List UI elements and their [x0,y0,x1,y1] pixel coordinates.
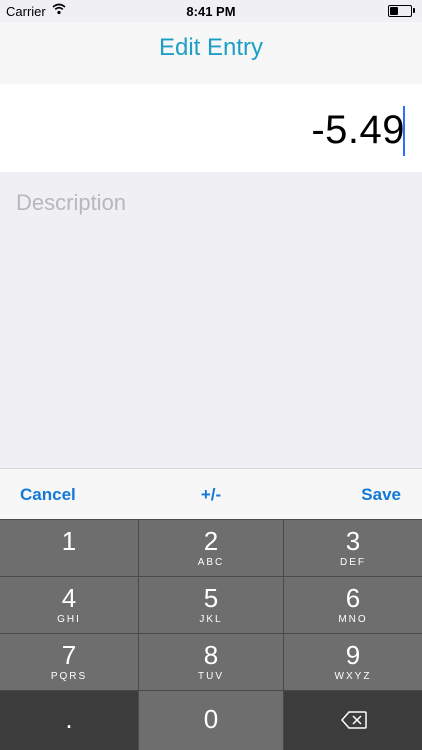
text-cursor [403,106,405,156]
key-3[interactable]: 3 DEF [284,520,422,576]
key-0[interactable]: 0 [139,691,283,750]
description-area[interactable]: Description [0,172,422,468]
key-decimal[interactable]: . [0,691,138,750]
key-digit: 9 [345,640,361,670]
key-5[interactable]: 5 JKL [139,577,283,633]
key-digit: 4 [61,583,77,613]
key-digit: 7 [61,640,77,670]
numeric-keypad: 1 2 ABC 3 DEF 4 GHI 5 JKL 6 MNO 7 PQRS 8… [0,519,422,750]
key-letters: GHI [57,614,81,625]
key-letters: ABC [197,557,225,568]
key-letters: TUV [198,671,224,682]
backspace-icon [341,711,367,734]
page-title: Edit Entry [158,34,264,61]
key-digit: 8 [203,640,219,670]
key-1[interactable]: 1 [0,520,138,576]
status-time: 8:41 PM [186,4,236,19]
delete-key[interactable] [284,691,422,750]
key-letters: MNO [338,614,368,625]
toggle-sign-button[interactable]: +/- [0,485,422,505]
amount-field[interactable]: -5.49 [0,84,422,172]
key-digit: 6 [345,583,361,613]
key-digit: 1 [61,526,77,556]
key-4[interactable]: 4 GHI [0,577,138,633]
key-8[interactable]: 8 TUV [139,634,283,690]
battery-icon [388,5,412,17]
key-6[interactable]: 6 MNO [284,577,422,633]
save-button[interactable]: Save [361,485,401,505]
key-digit: 2 [203,526,219,556]
key-digit: 0 [203,704,219,734]
keyboard-toolbar: Cancel +/- Save [0,468,422,519]
key-letters: PQRS [50,671,88,682]
status-bar: Carrier 8:41 PM [0,0,422,22]
key-letters: JKL [199,614,223,625]
description-input[interactable]: Description [16,190,406,216]
key-letters: DEF [340,557,366,568]
key-digit: 5 [203,583,219,613]
key-2[interactable]: 2 ABC [139,520,283,576]
key-letters: WXYZ [334,671,372,682]
key-digit: . [65,704,73,734]
amount-value: -5.49 [311,108,405,152]
key-digit: 3 [345,526,361,556]
key-7[interactable]: 7 PQRS [0,634,138,690]
battery-tip [413,8,415,13]
navigation-bar: Edit Entry [0,22,422,84]
key-9[interactable]: 9 WXYZ [284,634,422,690]
